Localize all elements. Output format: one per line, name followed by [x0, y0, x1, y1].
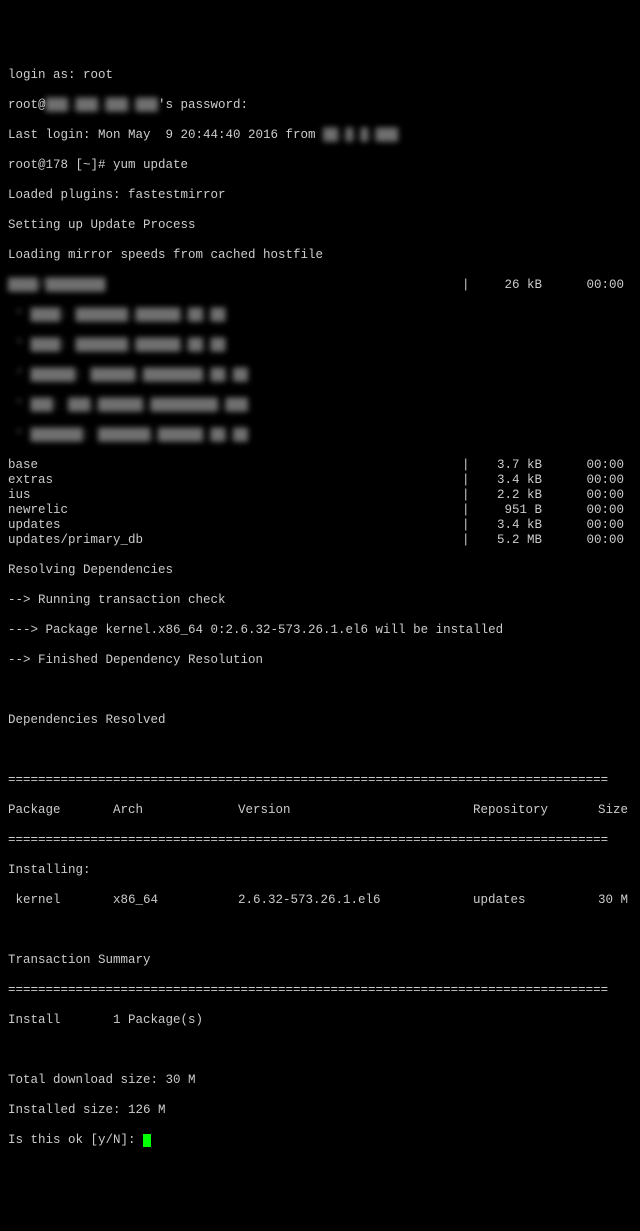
confirm-prompt[interactable]: Is this ok [y/N]: — [8, 1133, 632, 1148]
redacted-ip: ███.███.███.███ — [46, 98, 159, 113]
deps-resolved: Dependencies Resolved — [8, 713, 632, 728]
deps-check: --> Running transaction check — [8, 593, 632, 608]
repo-row: newrelic| 951 B00:00 — [8, 503, 632, 518]
shell-prompt: root@178 [~]# yum update — [8, 158, 632, 173]
table-row: kernelx86_642.6.32-573.26.1.el6updates30… — [8, 893, 632, 908]
table-header: PackageArchVersionRepositorySize — [8, 803, 632, 818]
mirror-line: * ████: ███████.██████.██.██ — [8, 338, 632, 353]
deps-finished: --> Finished Dependency Resolution — [8, 653, 632, 668]
install-section: Installing: — [8, 863, 632, 878]
blank — [8, 1043, 632, 1058]
redacted-ip-from: ██.█.█.███ — [323, 128, 398, 143]
txn-summary: Transaction Summary — [8, 953, 632, 968]
total-download: Total download size: 30 M — [8, 1073, 632, 1088]
install-count: Install 1 Package(s) — [8, 1013, 632, 1028]
yum-setup: Setting up Update Process — [8, 218, 632, 233]
login-prompt: login as: root — [8, 68, 632, 83]
blank — [8, 743, 632, 758]
cursor — [143, 1134, 151, 1147]
mirror-line: * ██████: ██████.████████.██.██ — [8, 368, 632, 383]
repo-row: updates|3.4 kB00:00 — [8, 518, 632, 533]
repo-row: ius|2.2 kB00:00 — [8, 488, 632, 503]
mirror-line: * ███: ███.██████.█████████.███ — [8, 398, 632, 413]
repo-row: extras|3.4 kB00:00 — [8, 473, 632, 488]
repo-row: updates/primary_db|5.2 MB00:00 — [8, 533, 632, 548]
deps-resolving: Resolving Dependencies — [8, 563, 632, 578]
rule: ========================================… — [8, 833, 632, 848]
yum-plugins: Loaded plugins: fastestmirror — [8, 188, 632, 203]
blank — [8, 683, 632, 698]
metalink-row: ████/████████| 26 kB00:00 — [8, 278, 632, 293]
mirror-line: * ████: ███████.██████.██.██ — [8, 308, 632, 323]
last-login: Last login: Mon May 9 20:44:40 2016 from… — [8, 128, 632, 143]
mirror-line: * ███████: ███████.██████.██.██ — [8, 428, 632, 443]
repo-row: base|3.7 kB00:00 — [8, 458, 632, 473]
blank — [8, 923, 632, 938]
deps-package: ---> Package kernel.x86_64 0:2.6.32-573.… — [8, 623, 632, 638]
rule: ========================================… — [8, 773, 632, 788]
total-installed: Installed size: 126 M — [8, 1103, 632, 1118]
rule: ========================================… — [8, 983, 632, 998]
yum-loading: Loading mirror speeds from cached hostfi… — [8, 248, 632, 263]
password-prompt: root@███.███.███.███'s password: — [8, 98, 632, 113]
